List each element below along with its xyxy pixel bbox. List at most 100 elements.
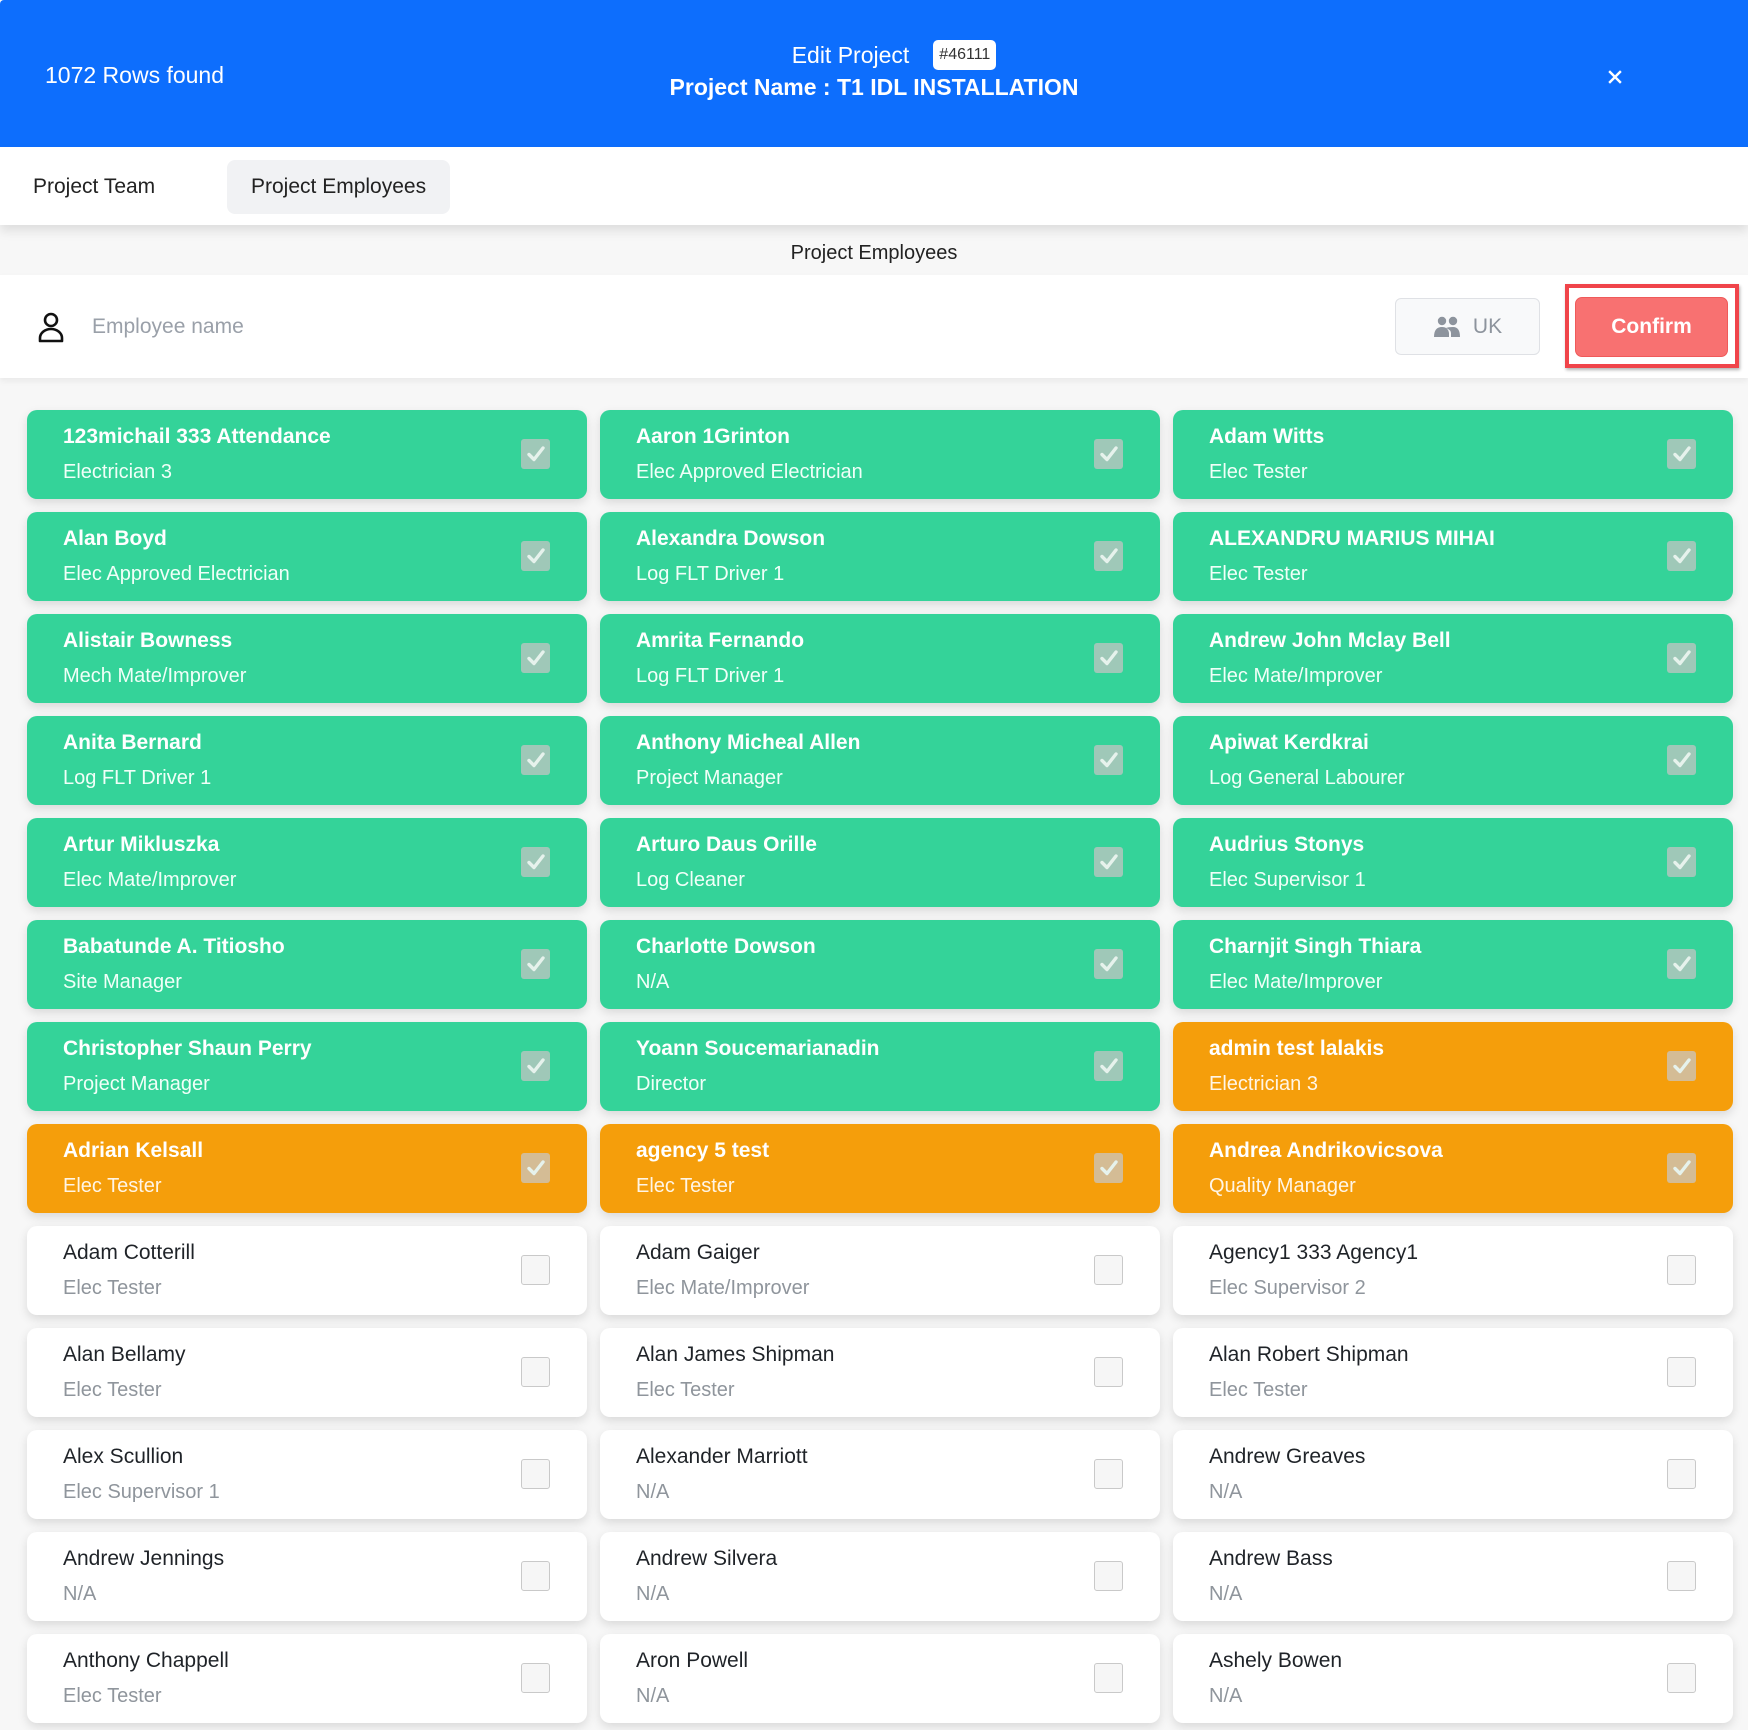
employee-role: Log General Labourer [1209, 767, 1405, 789]
employee-card[interactable]: Agency1 333 Agency1 Elec Supervisor 2 [1173, 1226, 1733, 1315]
employee-card[interactable]: Charlotte Dowson N/A [600, 920, 1160, 1009]
employee-checkbox[interactable] [521, 541, 550, 571]
employee-role: Elec Tester [636, 1175, 735, 1197]
employee-checkbox[interactable] [1667, 745, 1696, 775]
employee-card[interactable]: Anthony Micheal Allen Project Manager [600, 716, 1160, 805]
employee-card[interactable]: Andrea Andrikovicsova Quality Manager [1173, 1124, 1733, 1213]
employee-checkbox[interactable] [1667, 1255, 1696, 1285]
employee-card[interactable]: Alexandra Dowson Log FLT Driver 1 [600, 512, 1160, 601]
employee-name-input[interactable] [92, 305, 992, 349]
employee-checkbox[interactable] [1094, 643, 1123, 673]
employee-checkbox[interactable] [1094, 1153, 1123, 1183]
employee-checkbox[interactable] [1667, 439, 1696, 469]
employee-checkbox[interactable] [1094, 1255, 1123, 1285]
employee-card[interactable]: agency 5 test Elec Tester [600, 1124, 1160, 1213]
employee-card[interactable]: Babatunde A. Titiosho Site Manager [27, 920, 587, 1009]
employee-card[interactable]: Aron Powell N/A [600, 1634, 1160, 1723]
employee-checkbox[interactable] [521, 1561, 550, 1591]
employee-card[interactable]: Adrian Kelsall Elec Tester [27, 1124, 587, 1213]
employee-name: Aron Powell [636, 1649, 749, 1672]
employee-role: N/A [1209, 1481, 1243, 1503]
employee-card[interactable]: Anita Bernard Log FLT Driver 1 [27, 716, 587, 805]
employee-checkbox[interactable] [1094, 745, 1123, 775]
employee-card[interactable]: Adam Cotterill Elec Tester [27, 1226, 587, 1315]
employee-card[interactable]: 123michail 333 Attendance Electrician 3 [27, 410, 587, 499]
employee-card[interactable]: Amrita Fernando Log FLT Driver 1 [600, 614, 1160, 703]
employee-checkbox[interactable] [521, 1255, 550, 1285]
checkmark-icon [526, 752, 545, 768]
employee-name: Andrew Bass [1209, 1547, 1333, 1570]
employee-card[interactable]: Adam Gaiger Elec Mate/Improver [600, 1226, 1160, 1315]
employee-card[interactable]: admin test lalakis Electrician 3 [1173, 1022, 1733, 1111]
employee-checkbox[interactable] [1094, 439, 1123, 469]
employee-card[interactable]: Yoann Soucemarianadin Director [600, 1022, 1160, 1111]
employee-checkbox[interactable] [1667, 1459, 1696, 1489]
employee-role: Elec Tester [636, 1379, 735, 1401]
employee-checkbox[interactable] [521, 1153, 550, 1183]
employee-checkbox[interactable] [1094, 541, 1123, 571]
employee-card[interactable]: Alan Boyd Elec Approved Electrician [27, 512, 587, 601]
employee-checkbox[interactable] [1094, 1459, 1123, 1489]
employee-card[interactable]: Adam Witts Elec Tester [1173, 410, 1733, 499]
employee-role: Mech Mate/Improver [63, 665, 247, 687]
employee-checkbox[interactable] [1667, 541, 1696, 571]
employee-checkbox[interactable] [521, 745, 550, 775]
employee-card[interactable]: Alexander Marriott N/A [600, 1430, 1160, 1519]
employee-name: Aaron 1Grinton [636, 425, 791, 448]
employee-role: Elec Mate/Improver [1209, 665, 1383, 687]
employee-card[interactable]: Arturo Daus Orille Log Cleaner [600, 818, 1160, 907]
employee-card[interactable]: Andrew Silvera N/A [600, 1532, 1160, 1621]
employee-checkbox[interactable] [1667, 847, 1696, 877]
employee-role: Log FLT Driver 1 [636, 563, 785, 585]
employee-card[interactable]: Charnjit Singh Thiara Elec Mate/Improver [1173, 920, 1733, 1009]
employee-card[interactable]: Audrius Stonys Elec Supervisor 1 [1173, 818, 1733, 907]
employee-checkbox[interactable] [1094, 1663, 1123, 1693]
employee-role: Elec Supervisor 1 [1209, 869, 1366, 891]
employee-card[interactable]: Alan Bellamy Elec Tester [27, 1328, 587, 1417]
employee-card[interactable]: Alan Robert Shipman Elec Tester [1173, 1328, 1733, 1417]
employee-card[interactable]: Ashely Bowen N/A [1173, 1634, 1733, 1723]
employee-card[interactable]: Andrew Greaves N/A [1173, 1430, 1733, 1519]
employee-role: Log Cleaner [636, 869, 745, 891]
tab-project-team[interactable]: Project Team [9, 160, 179, 214]
confirm-button[interactable]: Confirm [1575, 297, 1728, 357]
employee-checkbox[interactable] [521, 1459, 550, 1489]
employee-name: Alistair Bowness [63, 629, 233, 652]
employee-card[interactable]: Andrew Bass N/A [1173, 1532, 1733, 1621]
employee-checkbox[interactable] [521, 643, 550, 673]
employee-card[interactable]: Andrew John Mclay Bell Elec Mate/Improver [1173, 614, 1733, 703]
employee-checkbox[interactable] [521, 949, 550, 979]
employee-checkbox[interactable] [1094, 1357, 1123, 1387]
close-button[interactable] [1604, 66, 1626, 88]
employee-checkbox[interactable] [1667, 1153, 1696, 1183]
employee-role: N/A [636, 1685, 670, 1707]
employee-card[interactable]: Anthony Chappell Elec Tester [27, 1634, 587, 1723]
employee-checkbox[interactable] [1094, 949, 1123, 979]
employee-checkbox[interactable] [521, 1357, 550, 1387]
employee-checkbox[interactable] [1094, 1051, 1123, 1081]
employee-checkbox[interactable] [521, 1663, 550, 1693]
employee-card[interactable]: Aaron 1Grinton Elec Approved Electrician [600, 410, 1160, 499]
employee-checkbox[interactable] [521, 439, 550, 469]
employee-card[interactable]: Alistair Bowness Mech Mate/Improver [27, 614, 587, 703]
employee-card[interactable]: ALEXANDRU MARIUS MIHAI Elec Tester [1173, 512, 1733, 601]
tab-project-employees[interactable]: Project Employees [227, 160, 451, 214]
employee-card[interactable]: Andrew Jennings N/A [27, 1532, 587, 1621]
employee-checkbox[interactable] [1667, 1357, 1696, 1387]
employee-card[interactable]: Alan James Shipman Elec Tester [600, 1328, 1160, 1417]
employee-checkbox[interactable] [521, 847, 550, 877]
employee-checkbox[interactable] [521, 1051, 550, 1081]
employee-checkbox[interactable] [1667, 643, 1696, 673]
employee-checkbox[interactable] [1667, 949, 1696, 979]
employee-checkbox[interactable] [1667, 1561, 1696, 1591]
employee-role: Log FLT Driver 1 [636, 665, 785, 687]
employee-checkbox[interactable] [1667, 1663, 1696, 1693]
region-filter-button[interactable]: UK [1395, 298, 1540, 355]
employee-checkbox[interactable] [1667, 1051, 1696, 1081]
employee-card[interactable]: Apiwat Kerdkrai Log General Labourer [1173, 716, 1733, 805]
employee-card[interactable]: Christopher Shaun Perry Project Manager [27, 1022, 587, 1111]
employee-checkbox[interactable] [1094, 847, 1123, 877]
employee-card[interactable]: Alex Scullion Elec Supervisor 1 [27, 1430, 587, 1519]
employee-checkbox[interactable] [1094, 1561, 1123, 1591]
employee-card[interactable]: Artur Mikluszka Elec Mate/Improver [27, 818, 587, 907]
